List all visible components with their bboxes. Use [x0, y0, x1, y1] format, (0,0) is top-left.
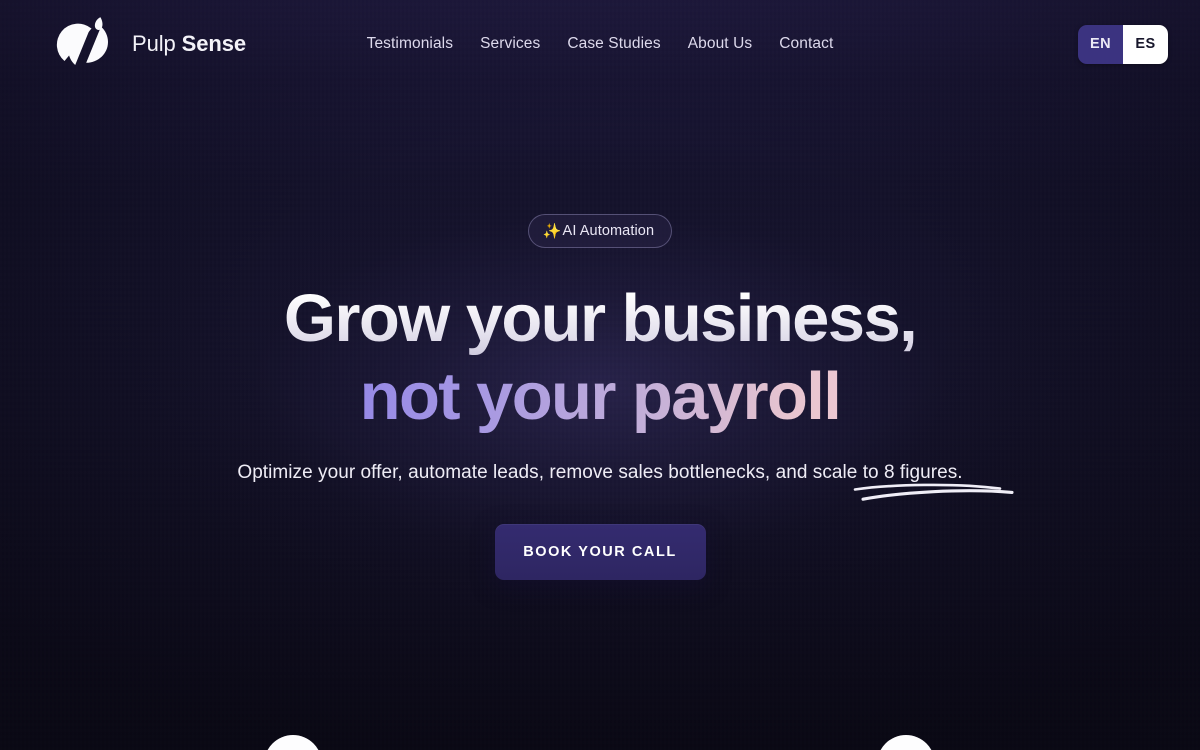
nav-item-services[interactable]: Services	[480, 35, 540, 53]
nav-item-case-studies[interactable]: Case Studies	[567, 35, 660, 53]
ai-automation-badge[interactable]: ✨ AI Automation	[527, 214, 673, 248]
nav-item-contact[interactable]: Contact	[779, 35, 833, 53]
brand-name-light: Pulp	[132, 31, 176, 56]
language-option-en[interactable]: EN	[1078, 24, 1123, 64]
brand-logo-link[interactable]: Pulp Sense	[56, 15, 246, 73]
hero-subtitle: Optimize your offer, automate leads, rem…	[237, 462, 963, 484]
hero-subtitle-wrapper: Optimize your offer, automate leads, rem…	[237, 462, 1014, 502]
book-your-call-button[interactable]: BOOK YOUR CALL	[494, 524, 706, 581]
headline-line-1: Grow your business,	[283, 281, 918, 356]
hero-section: ✨ AI Automation Grow your business, not …	[0, 0, 1200, 700]
sparkles-icon: ✨	[542, 222, 562, 240]
pulp-sense-leaf-logo-icon	[56, 15, 118, 73]
badge-label: AI Automation	[562, 223, 655, 239]
brand-name: Pulp Sense	[132, 31, 246, 57]
landing-page: Pulp Sense Testimonials Services Case St…	[0, 0, 1200, 750]
nav-item-testimonials[interactable]: Testimonials	[367, 35, 453, 53]
headline-line-2: not your payroll	[284, 358, 916, 436]
hero-headline: Grow your business, not your payroll	[283, 280, 918, 436]
site-header: Pulp Sense Testimonials Services Case St…	[0, 0, 1200, 88]
nav-item-about-us[interactable]: About Us	[688, 35, 753, 53]
language-switcher[interactable]: EN ES	[1078, 24, 1168, 64]
brand-name-bold: Sense	[181, 31, 246, 56]
hand-drawn-underline-icon	[854, 484, 1014, 502]
language-option-es[interactable]: ES	[1123, 24, 1168, 64]
